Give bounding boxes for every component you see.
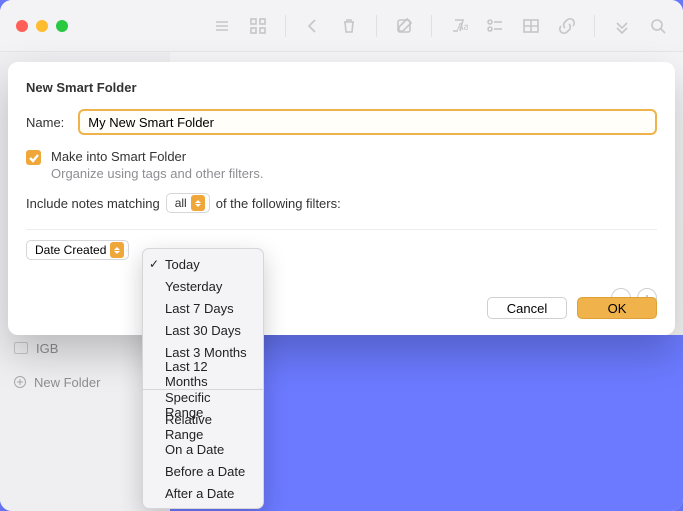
date-range-menu[interactable]: TodayYesterdayLast 7 DaysLast 30 Days Las… [142, 248, 264, 509]
new-folder-label: New Folder [34, 375, 100, 390]
search-icon[interactable] [649, 17, 667, 35]
match-mode-popup[interactable]: all [166, 193, 210, 213]
sheet-title: New Smart Folder [26, 80, 657, 95]
more-icon[interactable] [613, 17, 631, 35]
menu-item[interactable]: Relative Range [143, 416, 263, 438]
name-input[interactable] [78, 109, 657, 135]
folder-icon [14, 342, 28, 354]
new-folder-button[interactable]: New Folder [14, 370, 156, 394]
link-icon[interactable] [558, 17, 576, 35]
cancel-button[interactable]: Cancel [487, 297, 567, 319]
table-icon[interactable] [522, 17, 540, 35]
menu-item[interactable]: Last 12 Months [143, 363, 263, 385]
grid-view-icon[interactable] [249, 17, 267, 35]
match-mode-value: all [175, 196, 187, 210]
ok-button[interactable]: OK [577, 297, 657, 319]
menu-item[interactable]: Last 30 Days [143, 319, 263, 341]
menu-item[interactable]: Last 7 Days [143, 297, 263, 319]
stepper-arrows-icon [191, 195, 205, 211]
toolbar: Aa [82, 15, 667, 37]
menu-item[interactable]: On a Date [143, 438, 263, 460]
titlebar: Aa [0, 0, 683, 52]
minimize-window-icon[interactable] [36, 20, 48, 32]
menu-item[interactable]: After a Date [143, 482, 263, 504]
menu-item[interactable]: Yesterday [143, 275, 263, 297]
filter-field-value: Date Created [35, 243, 106, 257]
text-format-icon[interactable]: Aa [450, 17, 468, 35]
new-smart-folder-sheet: New Smart Folder Name: Make into Smart F… [8, 62, 675, 335]
back-icon[interactable] [304, 17, 322, 35]
filter-row: Date Created [26, 229, 657, 260]
plus-circle-icon [14, 376, 26, 388]
match-pre-text: Include notes matching [26, 196, 160, 211]
stepper-arrows-icon [110, 242, 124, 258]
checkmark-icon [28, 152, 39, 163]
checkbox-subtext: Organize using tags and other filters. [51, 166, 263, 181]
trash-icon[interactable] [340, 17, 358, 35]
checklist-icon[interactable] [486, 17, 504, 35]
sidebar-item-folder[interactable]: IGB [14, 336, 156, 360]
checkbox-label: Make into Smart Folder [51, 149, 263, 164]
compose-icon[interactable] [395, 17, 413, 35]
svg-text:Aa: Aa [457, 22, 468, 33]
list-view-icon[interactable] [213, 17, 231, 35]
match-post-text: of the following filters: [216, 196, 341, 211]
zoom-window-icon[interactable] [56, 20, 68, 32]
name-label: Name: [26, 115, 64, 130]
filter-field-popup[interactable]: Date Created [26, 240, 129, 260]
menu-item[interactable]: Before a Date [143, 460, 263, 482]
sidebar-item-label: IGB [36, 341, 58, 356]
traffic-lights[interactable] [16, 20, 68, 32]
menu-item[interactable]: Today [143, 253, 263, 275]
smart-folder-checkbox[interactable] [26, 150, 41, 165]
close-window-icon[interactable] [16, 20, 28, 32]
